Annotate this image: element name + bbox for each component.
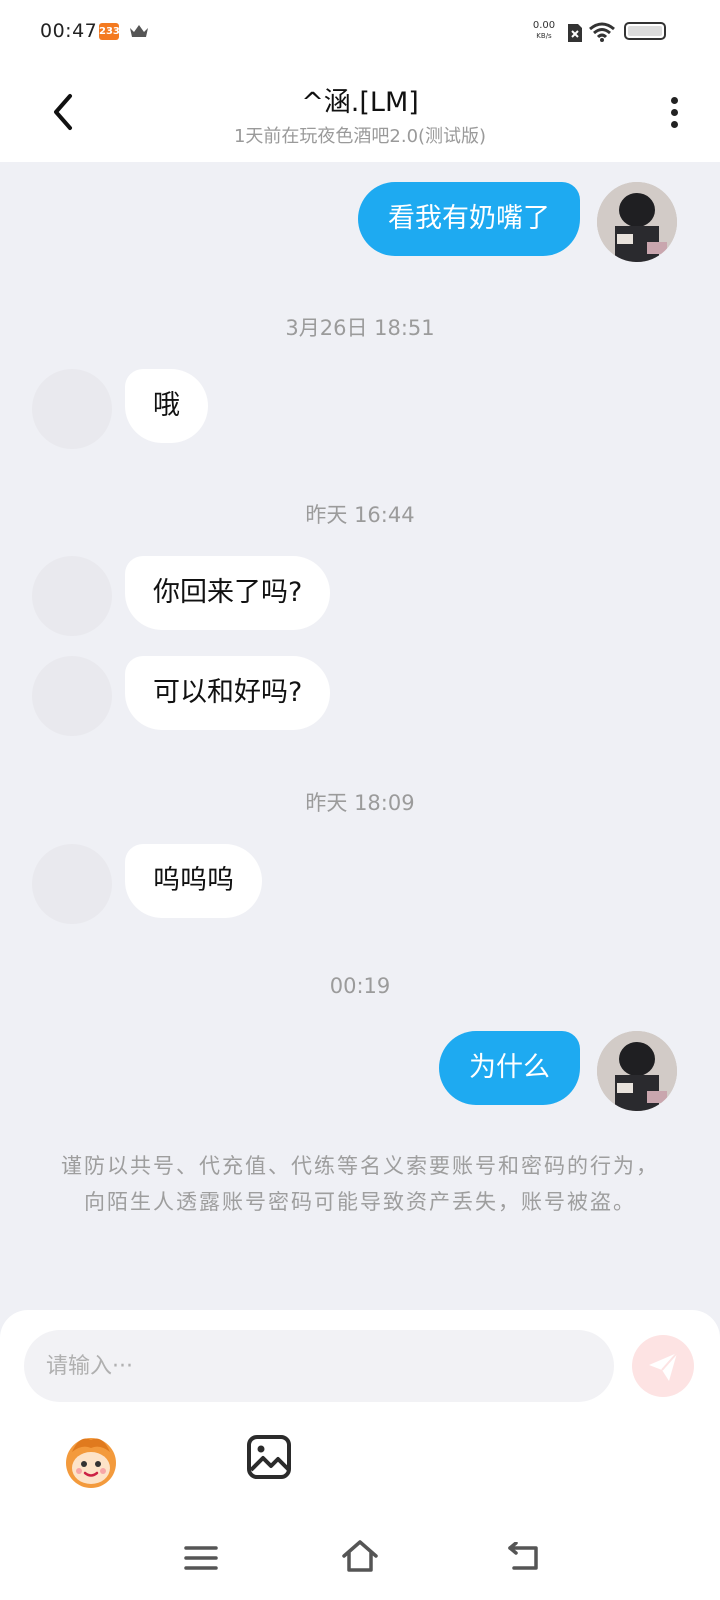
status-time: 00:47 [40,20,98,42]
message-bubble-outgoing[interactable]: 看我有奶嘴了 [358,182,580,256]
net-speed: 0.00 KB/s [528,20,560,42]
nav-home-icon[interactable] [340,1538,380,1574]
emoji-icon[interactable] [60,1430,122,1492]
avatar-other[interactable] [32,656,112,736]
chat-subtitle: 1天前在玩夜色酒吧2.0(测试版) [233,126,487,147]
crown-icon [130,25,148,37]
nav-back-icon[interactable] [506,1542,542,1572]
chat-header: ^涵.[LM] 1天前在玩夜色酒吧2.0(测试版) [0,62,720,162]
nav-menu-icon[interactable] [184,1545,218,1571]
sim-icon [568,24,582,42]
avatar-other[interactable] [32,556,112,636]
net-speed-value: 0.00 [532,20,556,31]
message-input[interactable] [24,1330,614,1402]
image-icon[interactable] [246,1434,292,1480]
app-badge-icon: 233 [99,23,120,40]
wifi-icon [589,22,615,42]
avatar-other[interactable] [32,844,112,924]
status-bar: 00:47 233 0.00 KB/s [0,0,720,62]
more-vertical-icon[interactable] [664,94,684,134]
timestamp: 昨天 18:09 [305,791,415,815]
timestamp: 3月26日 18:51 [285,316,435,340]
security-notice: 谨防以共号、代充值、代练等名义索要账号和密码的行为，向陌生人透露账号密码可能导致… [61,1154,659,1214]
message-list[interactable]: 看我有奶嘴了 3月26日 18:51 哦 昨天 16:44 你回来了吗? 可以和… [0,162,720,1310]
timestamp: 00:19 [329,974,391,998]
avatar-self[interactable] [597,182,677,262]
send-icon [649,1352,678,1381]
message-bubble-incoming[interactable]: 你回来了吗? [125,556,331,630]
chat-title: ^涵.[LM] [301,87,419,118]
send-button[interactable] [632,1335,694,1397]
avatar-other[interactable] [32,369,112,449]
battery-icon [624,22,666,40]
message-bubble-incoming[interactable]: 哦 [125,369,208,443]
message-bubble-incoming[interactable]: 可以和好吗? [125,656,331,730]
net-speed-unit: KB/s [536,32,552,40]
avatar-self[interactable] [597,1031,677,1111]
message-bubble-incoming[interactable]: 呜呜呜 [125,844,262,918]
message-bubble-outgoing[interactable]: 为什么 [439,1031,580,1105]
timestamp: 昨天 16:44 [305,503,415,527]
